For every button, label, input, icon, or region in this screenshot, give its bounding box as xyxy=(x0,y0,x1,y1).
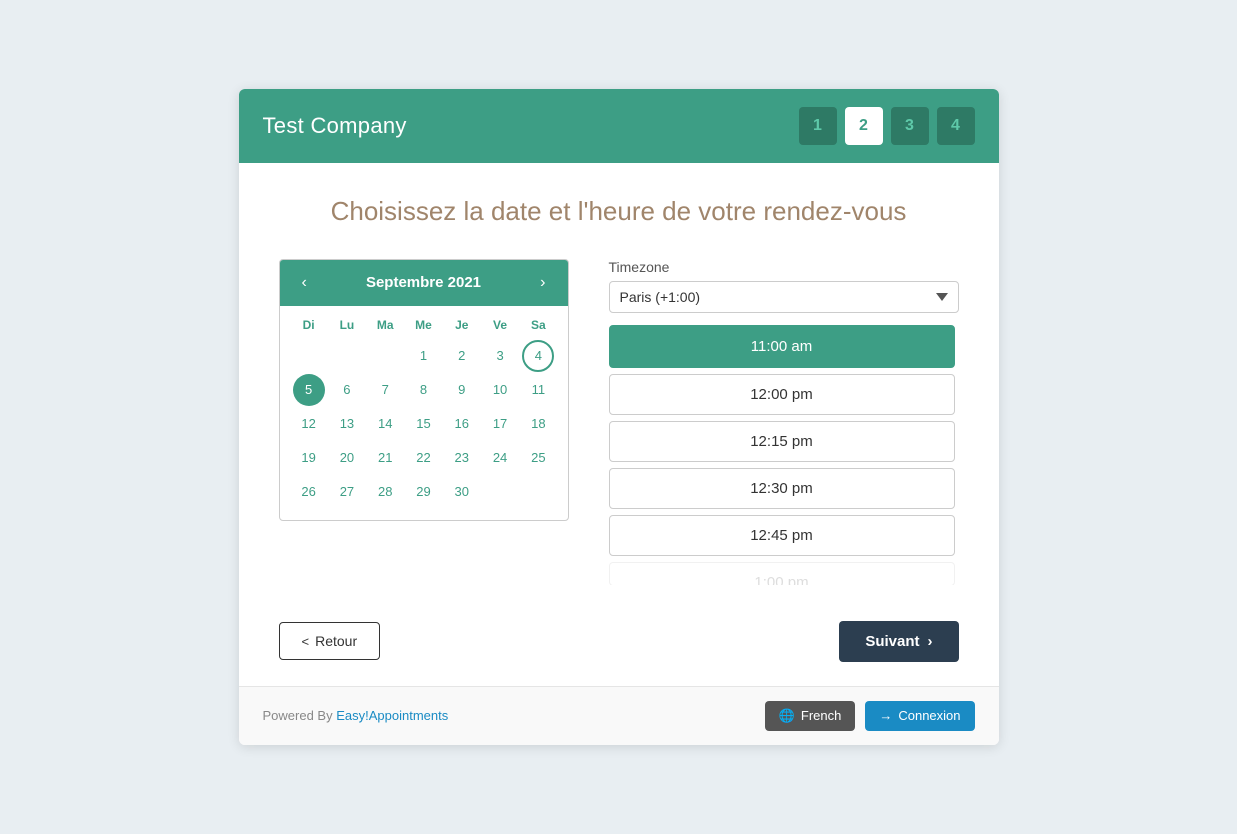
step-indicators: 1 2 3 4 xyxy=(799,107,975,145)
cal-day-6[interactable]: 6 xyxy=(331,374,363,406)
calendar-days: 1 2 3 4 5 6 7 8 9 10 11 12 13 xyxy=(290,340,558,508)
cal-day-4[interactable]: 4 xyxy=(522,340,554,372)
globe-icon: 🌐 xyxy=(779,708,795,724)
calendar-weekdays: Di Lu Ma Me Je Ve Sa xyxy=(290,314,558,336)
weekday-je: Je xyxy=(443,314,481,336)
weekday-sa: Sa xyxy=(519,314,557,336)
calendar-month-title: Septembre 2021 xyxy=(366,274,481,291)
next-button[interactable]: Suivant › xyxy=(839,621,958,662)
cal-day-14[interactable]: 14 xyxy=(369,408,401,440)
time-slot-1200pm[interactable]: 12:00 pm xyxy=(609,374,955,415)
cal-day-22[interactable]: 22 xyxy=(407,442,439,474)
main-card: Test Company 1 2 3 4 Choisissez la date … xyxy=(239,89,999,745)
cal-day-10[interactable]: 10 xyxy=(484,374,516,406)
body: Choisissez la date et l'heure de votre r… xyxy=(239,163,999,686)
login-label: Connexion xyxy=(898,708,960,723)
chevron-right-icon: › xyxy=(540,274,545,292)
weekday-lu: Lu xyxy=(328,314,366,336)
chevron-left-icon: ‹ xyxy=(302,274,307,292)
cal-day-9[interactable]: 9 xyxy=(446,374,478,406)
cal-day-empty xyxy=(331,340,363,372)
cal-day-17[interactable]: 17 xyxy=(484,408,516,440)
timezone-label: Timezone xyxy=(609,259,959,275)
language-label: French xyxy=(801,708,841,723)
back-label: Retour xyxy=(315,633,357,649)
next-arrow-icon: › xyxy=(928,633,933,650)
cal-day-empty xyxy=(293,340,325,372)
cal-day-5[interactable]: 5 xyxy=(293,374,325,406)
cal-day-empty xyxy=(369,340,401,372)
cal-day-20[interactable]: 20 xyxy=(331,442,363,474)
calendar: ‹ Septembre 2021 › Di Lu Ma Me Je Ve xyxy=(279,259,569,521)
step-4-button[interactable]: 4 xyxy=(937,107,975,145)
powered-by-link[interactable]: Easy!Appointments xyxy=(336,708,448,723)
next-label: Suivant xyxy=(865,633,919,650)
calendar-grid: Di Lu Ma Me Je Ve Sa 1 2 xyxy=(280,306,568,520)
content-area: ‹ Septembre 2021 › Di Lu Ma Me Je Ve xyxy=(279,259,959,585)
cal-day-30[interactable]: 30 xyxy=(446,476,478,508)
cal-day-3[interactable]: 3 xyxy=(484,340,516,372)
calendar-header: ‹ Septembre 2021 › xyxy=(280,260,568,306)
weekday-ve: Ve xyxy=(481,314,519,336)
cal-day-1[interactable]: 1 xyxy=(407,340,439,372)
cal-day-21[interactable]: 21 xyxy=(369,442,401,474)
footer-right-buttons: 🌐 French → Connexion xyxy=(765,701,975,731)
back-arrow-icon xyxy=(302,633,310,649)
powered-by: Powered By Easy!Appointments xyxy=(263,708,449,723)
calendar-next-button[interactable]: › xyxy=(534,272,551,294)
step-3-button[interactable]: 3 xyxy=(891,107,929,145)
header: Test Company 1 2 3 4 xyxy=(239,89,999,163)
footer-actions: Retour Suivant › xyxy=(279,613,959,662)
cal-day-11[interactable]: 11 xyxy=(522,374,554,406)
cal-day-15[interactable]: 15 xyxy=(407,408,439,440)
cal-day-16[interactable]: 16 xyxy=(446,408,478,440)
cal-day-25[interactable]: 25 xyxy=(522,442,554,474)
cal-day-12[interactable]: 12 xyxy=(293,408,325,440)
page-footer: Powered By Easy!Appointments 🌐 French → … xyxy=(239,686,999,745)
time-slot-1215pm[interactable]: 12:15 pm xyxy=(609,421,955,462)
company-title: Test Company xyxy=(263,113,407,139)
login-icon: → xyxy=(879,708,892,723)
cal-day-27[interactable]: 27 xyxy=(331,476,363,508)
cal-day-29[interactable]: 29 xyxy=(407,476,439,508)
cal-day-26[interactable]: 26 xyxy=(293,476,325,508)
step-1-button[interactable]: 1 xyxy=(799,107,837,145)
back-button[interactable]: Retour xyxy=(279,622,381,660)
cal-day-8[interactable]: 8 xyxy=(407,374,439,406)
weekday-me: Me xyxy=(404,314,442,336)
language-button[interactable]: 🌐 French xyxy=(765,701,856,731)
weekday-di: Di xyxy=(290,314,328,336)
time-slot-1230pm[interactable]: 12:30 pm xyxy=(609,468,955,509)
page-heading: Choisissez la date et l'heure de votre r… xyxy=(279,195,959,229)
time-slots-container: 11:00 am 12:00 pm 12:15 pm 12:30 pm 12:4… xyxy=(609,325,959,585)
time-slot-1245pm[interactable]: 12:45 pm xyxy=(609,515,955,556)
cal-day-18[interactable]: 18 xyxy=(522,408,554,440)
time-slot-100pm[interactable]: 1:00 pm xyxy=(609,562,955,585)
powered-by-text: Powered By xyxy=(263,708,333,723)
cal-day-28[interactable]: 28 xyxy=(369,476,401,508)
cal-day-24[interactable]: 24 xyxy=(484,442,516,474)
cal-day-23[interactable]: 23 xyxy=(446,442,478,474)
time-slot-1100am[interactable]: 11:00 am xyxy=(609,325,955,368)
step-2-button[interactable]: 2 xyxy=(845,107,883,145)
right-panel: Timezone Paris (+1:00) London (0:00) New… xyxy=(609,259,959,585)
calendar-prev-button[interactable]: ‹ xyxy=(296,272,313,294)
timezone-select[interactable]: Paris (+1:00) London (0:00) New York (-5… xyxy=(609,281,959,313)
login-button[interactable]: → Connexion xyxy=(865,701,974,731)
weekday-ma: Ma xyxy=(366,314,404,336)
cal-day-2[interactable]: 2 xyxy=(446,340,478,372)
cal-day-19[interactable]: 19 xyxy=(293,442,325,474)
cal-day-7[interactable]: 7 xyxy=(369,374,401,406)
cal-day-13[interactable]: 13 xyxy=(331,408,363,440)
